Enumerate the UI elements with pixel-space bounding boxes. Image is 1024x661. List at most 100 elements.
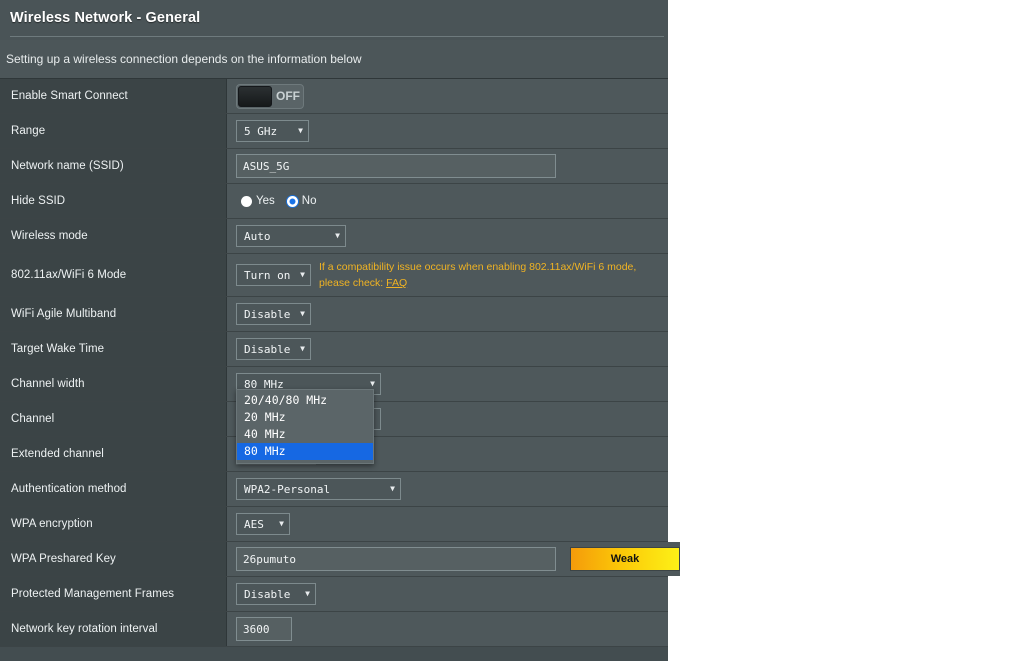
row-value-target-wake-time: Disable ▼ bbox=[227, 332, 668, 366]
agile-multiband-value: Disable bbox=[244, 307, 291, 321]
hide-ssid-no-label: No bbox=[301, 195, 317, 207]
row-label-hide-ssid: Hide SSID bbox=[0, 184, 227, 218]
wireless-settings-panel: Wireless Network - General Setting up a … bbox=[0, 0, 680, 661]
table-row: Enable Smart Connect OFF bbox=[0, 79, 668, 114]
panel-footer bbox=[0, 647, 668, 661]
table-row: Authentication method WPA2-Personal ▼ bbox=[0, 472, 668, 507]
chevron-down-icon: ▼ bbox=[305, 589, 310, 598]
row-value-wpa-key: 26pumuto Weak bbox=[227, 542, 680, 576]
page-subtitle: Setting up a wireless connection depends… bbox=[0, 40, 668, 78]
table-row: Hide SSID Yes No bbox=[0, 184, 668, 219]
row-label-pmf: Protected Management Frames bbox=[0, 577, 227, 611]
channel-width-option[interactable]: 20/40/80 MHz bbox=[237, 392, 373, 409]
chevron-down-icon: ▼ bbox=[390, 484, 395, 493]
row-label-wireless-mode: Wireless mode bbox=[0, 219, 227, 253]
ax-note-prefix: please check: bbox=[319, 277, 387, 289]
hide-ssid-radio-group: Yes No bbox=[236, 195, 316, 207]
table-row: WiFi Agile Multiband Disable ▼ bbox=[0, 297, 668, 332]
table-row: Range 5 GHz ▼ bbox=[0, 114, 668, 149]
range-select-value: 5 GHz bbox=[244, 124, 278, 138]
channel-width-option-selected[interactable]: 80 MHz bbox=[237, 443, 373, 460]
row-label-auth-method: Authentication method bbox=[0, 472, 227, 506]
chevron-down-icon: ▼ bbox=[300, 344, 305, 353]
smart-connect-toggle[interactable]: OFF bbox=[236, 83, 304, 109]
radio-selected-icon bbox=[286, 195, 298, 207]
row-label-wpa-key: WPA Preshared Key bbox=[0, 542, 227, 576]
row-value-auth-method: WPA2-Personal ▼ bbox=[227, 472, 668, 506]
channel-width-option[interactable]: 20 MHz bbox=[237, 409, 373, 426]
row-value-range: 5 GHz ▼ bbox=[227, 114, 668, 148]
chevron-down-icon: ▼ bbox=[279, 519, 284, 528]
chevron-down-icon: ▼ bbox=[335, 231, 340, 240]
toggle-state-label: OFF bbox=[276, 89, 300, 103]
ax-note-line1: If a compatibility issue occurs when ena… bbox=[319, 260, 637, 273]
radio-unselected-icon bbox=[241, 195, 252, 207]
row-label-key-rotation: Network key rotation interval bbox=[0, 612, 227, 646]
settings-table: Enable Smart Connect OFF Range 5 GHz ▼ N… bbox=[0, 78, 680, 647]
pmf-value: Disable bbox=[244, 587, 291, 601]
row-label-extended-channel: Extended channel bbox=[0, 437, 227, 471]
table-row: Protected Management Frames Disable ▼ bbox=[0, 577, 668, 612]
password-strength-badge[interactable]: Weak bbox=[570, 547, 680, 571]
header-divider bbox=[10, 36, 664, 37]
wireless-mode-value: Auto bbox=[244, 229, 271, 243]
row-value-ax-mode: Turn on ▼ If a compatibility issue occur… bbox=[227, 254, 668, 296]
row-label-ax-mode: 802.11ax/WiFi 6 Mode bbox=[0, 254, 227, 296]
wpa-key-input[interactable]: 26pumuto bbox=[236, 547, 556, 571]
row-label-wpa-encryption: WPA encryption bbox=[0, 507, 227, 541]
row-value-smart-connect: OFF bbox=[227, 79, 668, 113]
table-row: Network name (SSID) ASUS_5G bbox=[0, 149, 668, 184]
ax-mode-note: If a compatibility issue occurs when ena… bbox=[319, 257, 636, 294]
row-value-channel-width: 80 MHz ▼ 20/40/80 MHz 20 MHz 40 MHz 80 M… bbox=[227, 367, 668, 464]
agile-multiband-select[interactable]: Disable ▼ bbox=[236, 303, 311, 325]
table-row: Channel width 80 MHz ▼ 20/40/80 MHz 20 M… bbox=[0, 367, 668, 464]
table-row: 802.11ax/WiFi 6 Mode Turn on ▼ If a comp… bbox=[0, 254, 668, 297]
row-value-wpa-encryption: AES ▼ bbox=[227, 507, 668, 541]
range-select[interactable]: 5 GHz ▼ bbox=[236, 120, 309, 142]
key-rotation-input[interactable]: 3600 bbox=[236, 617, 292, 641]
pmf-select[interactable]: Disable ▼ bbox=[236, 583, 316, 605]
row-label-target-wake-time: Target Wake Time bbox=[0, 332, 227, 366]
chevron-down-icon: ▼ bbox=[298, 126, 303, 135]
row-value-ssid: ASUS_5G bbox=[227, 149, 668, 183]
row-label-ssid: Network name (SSID) bbox=[0, 149, 227, 183]
hide-ssid-radio-yes[interactable]: Yes bbox=[241, 195, 275, 207]
faq-link[interactable]: FAQ bbox=[386, 277, 407, 289]
table-row: Target Wake Time Disable ▼ bbox=[0, 332, 668, 367]
row-label-range: Range bbox=[0, 114, 227, 148]
chevron-down-icon: ▼ bbox=[370, 379, 375, 388]
ax-mode-select[interactable]: Turn on ▼ bbox=[236, 264, 311, 286]
channel-width-option[interactable]: 40 MHz bbox=[237, 426, 373, 443]
ax-mode-value: Turn on bbox=[244, 268, 291, 282]
table-row: WPA Preshared Key 26pumuto Weak bbox=[0, 542, 680, 577]
hide-ssid-yes-label: Yes bbox=[256, 195, 275, 207]
row-value-pmf: Disable ▼ bbox=[227, 577, 668, 611]
row-value-key-rotation: 3600 bbox=[227, 612, 668, 646]
auth-method-value: WPA2-Personal bbox=[244, 482, 331, 496]
ax-note-line2: please check: FAQ bbox=[319, 275, 636, 291]
auth-method-select[interactable]: WPA2-Personal ▼ bbox=[236, 478, 401, 500]
chevron-down-icon: ▼ bbox=[300, 309, 305, 318]
target-wake-time-value: Disable bbox=[244, 342, 291, 356]
table-row: Wireless mode Auto ▼ bbox=[0, 219, 668, 254]
row-label-channel: Channel bbox=[0, 402, 227, 436]
toggle-knob bbox=[238, 85, 272, 107]
target-wake-time-select[interactable]: Disable ▼ bbox=[236, 338, 311, 360]
row-value-hide-ssid: Yes No bbox=[227, 184, 668, 218]
row-label-channel-width: Channel width bbox=[0, 367, 227, 401]
wpa-encryption-value: AES bbox=[244, 517, 264, 531]
ssid-input[interactable]: ASUS_5G bbox=[236, 154, 556, 178]
wireless-mode-select[interactable]: Auto ▼ bbox=[236, 225, 346, 247]
page-title: Wireless Network - General bbox=[10, 10, 201, 26]
row-label-smart-connect: Enable Smart Connect bbox=[0, 79, 227, 113]
row-value-wireless-mode: Auto ▼ bbox=[227, 219, 668, 253]
chevron-down-icon: ▼ bbox=[300, 270, 305, 279]
table-row: Network key rotation interval 3600 bbox=[0, 612, 668, 647]
row-value-agile-multiband: Disable ▼ bbox=[227, 297, 668, 331]
hide-ssid-radio-no[interactable]: No bbox=[286, 195, 317, 207]
wpa-encryption-select[interactable]: AES ▼ bbox=[236, 513, 290, 535]
channel-width-option-list: 20/40/80 MHz 20 MHz 40 MHz 80 MHz bbox=[236, 389, 374, 464]
row-label-agile-multiband: WiFi Agile Multiband bbox=[0, 297, 227, 331]
panel-header: Wireless Network - General bbox=[0, 0, 668, 40]
table-row: WPA encryption AES ▼ bbox=[0, 507, 668, 542]
